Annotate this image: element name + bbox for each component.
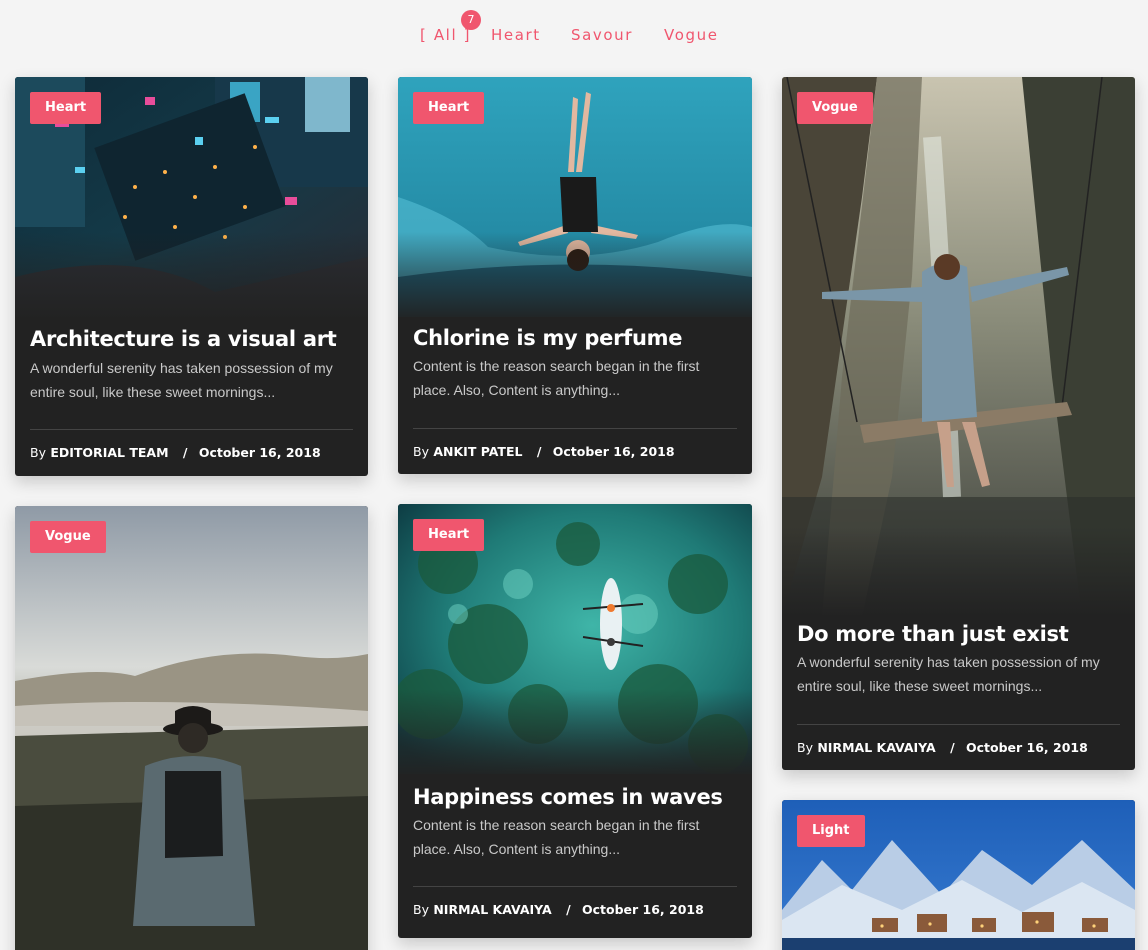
post-title[interactable]: Happiness comes in waves xyxy=(413,785,737,809)
post-title[interactable]: Architecture is a visual art xyxy=(30,327,353,351)
post-author[interactable]: Ankit Patel xyxy=(433,444,522,459)
category-tag[interactable]: Heart xyxy=(413,519,485,551)
post-title[interactable]: Chlorine is my perfume xyxy=(413,326,737,350)
filter-savour[interactable]: Savour xyxy=(571,26,633,44)
post-card-hiker[interactable]: Vogue xyxy=(15,506,368,950)
post-date[interactable]: October 16, 2018 xyxy=(553,444,675,459)
meta-separator: / xyxy=(950,740,955,755)
post-card-architecture[interactable]: Heart Architecture is a visual art A won… xyxy=(15,77,368,476)
category-filter-bar: [ All ] 7 Heart Savour Vogue xyxy=(0,0,1148,70)
post-author[interactable]: Nirmal Kavaiya xyxy=(433,902,551,917)
post-meta: By Nirmal Kavaiya / October 16, 2018 xyxy=(797,740,1120,755)
image-fade xyxy=(398,689,752,779)
post-meta: By Ankit Patel / October 16, 2018 xyxy=(413,444,737,459)
meta-by-label: By xyxy=(413,444,429,459)
post-count-badge: 7 xyxy=(461,10,481,30)
image-fade xyxy=(15,232,368,322)
category-tag[interactable]: Vogue xyxy=(30,521,106,553)
post-author[interactable]: Editorial Team xyxy=(50,445,168,460)
post-date[interactable]: October 16, 2018 xyxy=(199,445,321,460)
category-tag[interactable]: Heart xyxy=(30,92,102,124)
card-divider xyxy=(413,428,737,429)
card-divider xyxy=(413,886,737,887)
image-fade xyxy=(782,527,1135,617)
post-excerpt: A wonderful serenity has taken possessio… xyxy=(30,360,333,400)
image-fade xyxy=(398,232,752,322)
filter-vogue[interactable]: Vogue xyxy=(664,26,719,44)
meta-separator: / xyxy=(536,444,542,459)
category-tag[interactable]: Heart xyxy=(413,92,485,124)
meta-separator: / xyxy=(566,902,571,917)
post-date[interactable]: October 16, 2018 xyxy=(966,740,1088,755)
card-divider xyxy=(30,429,353,430)
post-meta: By Editorial Team / October 16, 2018 xyxy=(30,445,353,460)
filter-all[interactable]: [ All ] xyxy=(420,26,471,44)
post-card-happiness[interactable]: Heart Happiness comes in waves Content i… xyxy=(398,504,752,938)
category-tag[interactable]: Vogue xyxy=(797,92,873,124)
post-card-do-more[interactable]: Vogue Do more than just exist A wonderfu… xyxy=(782,77,1135,770)
filter-heart[interactable]: Heart xyxy=(491,26,541,44)
card-divider xyxy=(797,724,1120,725)
meta-by-label: By xyxy=(797,740,813,755)
post-excerpt: A wonderful serenity has taken possessio… xyxy=(797,654,1100,694)
meta-separator: / xyxy=(182,445,188,460)
post-excerpt: Content is the reason search began in th… xyxy=(413,817,700,857)
post-date[interactable]: October 16, 2018 xyxy=(582,902,704,917)
post-title[interactable]: Do more than just exist xyxy=(797,622,1120,646)
meta-by-label: By xyxy=(30,445,46,460)
post-meta: By Nirmal Kavaiya / October 16, 2018 xyxy=(413,902,737,917)
post-excerpt: Content is the reason search began in th… xyxy=(413,358,700,398)
post-card-light[interactable]: Light xyxy=(782,800,1135,950)
category-tag[interactable]: Light xyxy=(797,815,865,847)
mountain-hiker-image xyxy=(15,506,368,950)
post-author[interactable]: Nirmal Kavaiya xyxy=(817,740,935,755)
post-card-chlorine[interactable]: Heart Chlorine is my perfume Content is … xyxy=(398,77,752,474)
meta-by-label: By xyxy=(413,902,429,917)
